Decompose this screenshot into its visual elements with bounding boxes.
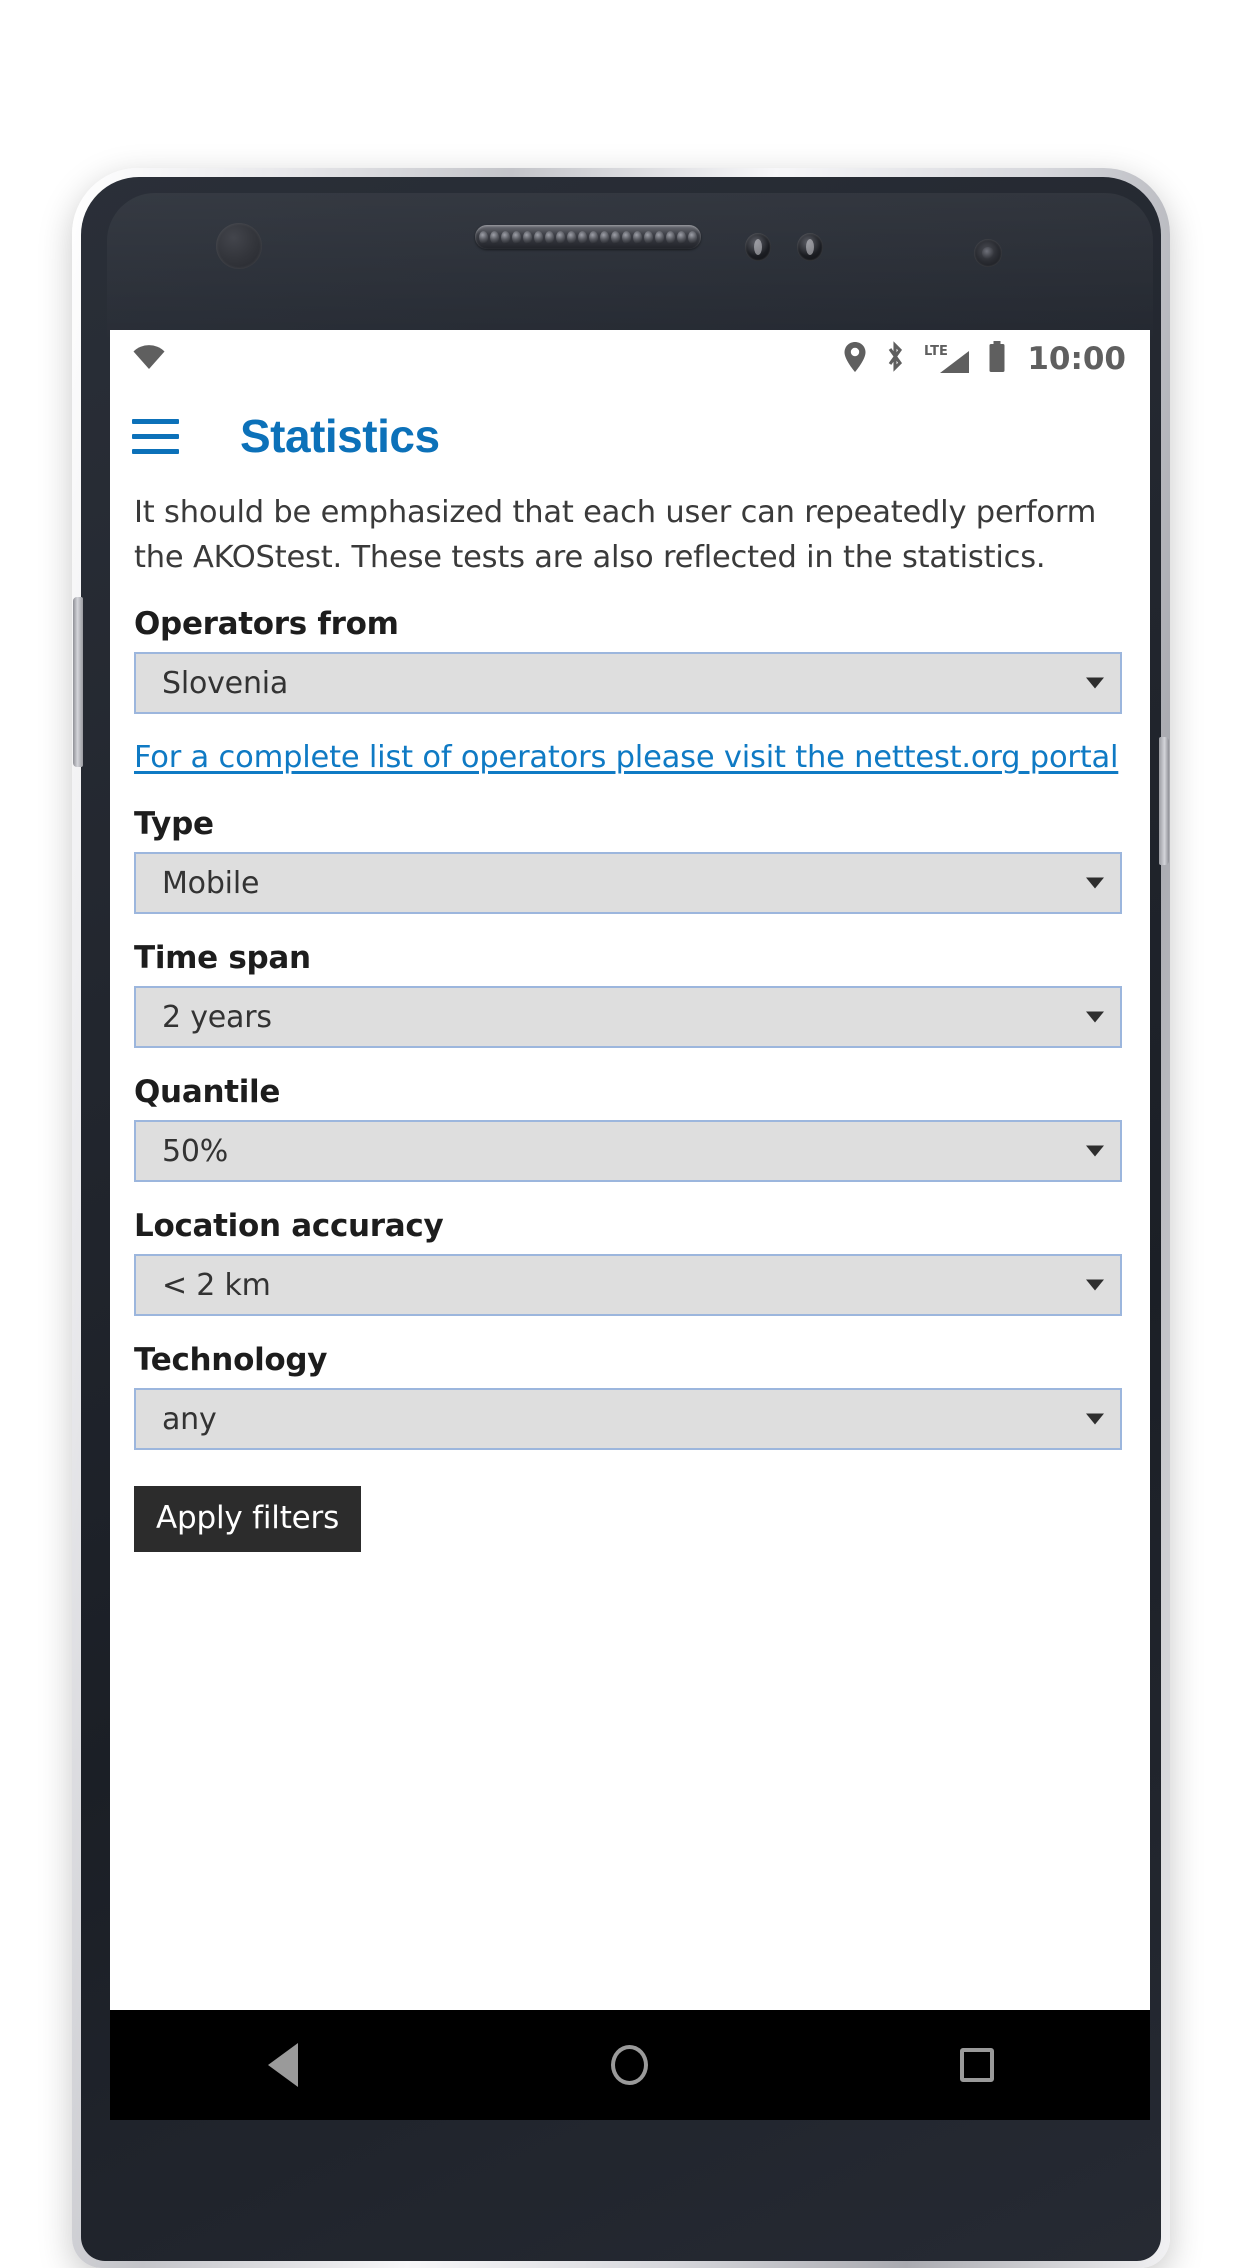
back-triangle-icon — [268, 2043, 299, 2087]
select-location-accuracy-value: < 2 km — [162, 1267, 271, 1303]
light-sensor-icon — [797, 233, 823, 261]
select-quantile-value: 50% — [162, 1133, 229, 1169]
chevron-down-icon — [1086, 1011, 1104, 1023]
select-quantile[interactable]: 50% — [134, 1120, 1122, 1182]
ir-led-icon — [974, 239, 1002, 267]
select-technology-value: any — [162, 1401, 217, 1437]
chevron-down-icon — [1086, 877, 1104, 889]
phone-device-frame: LTE 10:00 Statistics It should be emphas… — [72, 168, 1170, 2268]
operators-portal-link[interactable]: For a complete list of operators please … — [134, 736, 1122, 780]
select-operators-from[interactable]: Slovenia — [134, 652, 1122, 714]
recents-button[interactable] — [917, 2010, 1037, 2120]
bluetooth-icon — [883, 341, 907, 377]
hamburger-menu-icon[interactable] — [132, 413, 188, 459]
select-time-span-value: 2 years — [162, 999, 272, 1035]
select-type[interactable]: Mobile — [134, 852, 1122, 914]
signal-bars-icon: LTE — [923, 342, 971, 376]
main-content: It should be emphasized that each user c… — [110, 490, 1150, 1552]
intro-paragraph: It should be emphasized that each user c… — [134, 495, 1097, 575]
select-operators-from-value: Slovenia — [162, 665, 289, 701]
label-type: Type — [134, 806, 214, 842]
app-header: Statistics — [110, 388, 1150, 484]
phone-body: LTE 10:00 Statistics It should be emphas… — [73, 177, 1169, 2261]
select-location-accuracy[interactable]: < 2 km — [134, 1254, 1122, 1316]
power-button[interactable] — [1159, 737, 1169, 865]
apply-filters-button[interactable]: Apply filters — [134, 1486, 362, 1552]
recents-square-icon — [959, 2048, 994, 2082]
bezel-sheen — [107, 193, 1153, 343]
label-quantile: Quantile — [134, 1074, 281, 1110]
chevron-down-icon — [1086, 677, 1104, 689]
page-title: Statistics — [240, 410, 440, 462]
label-time-span: Time span — [134, 940, 311, 976]
label-location-accuracy: Location accuracy — [134, 1208, 444, 1244]
status-bar: LTE 10:00 — [110, 330, 1150, 388]
chevron-down-icon — [1086, 1145, 1104, 1157]
volume-button[interactable] — [73, 597, 83, 767]
select-time-span[interactable]: 2 years — [134, 986, 1122, 1048]
label-operators-from: Operators from — [134, 606, 399, 642]
select-type-value: Mobile — [162, 865, 260, 901]
proximity-sensor-icon — [745, 233, 771, 261]
android-navigation-bar — [110, 2010, 1150, 2120]
home-button[interactable] — [570, 2010, 690, 2120]
wifi-icon — [132, 343, 166, 375]
home-circle-icon — [611, 2045, 649, 2085]
select-technology[interactable]: any — [134, 1388, 1122, 1450]
label-technology: Technology — [134, 1342, 328, 1378]
phone-screen: LTE 10:00 Statistics It should be emphas… — [110, 330, 1150, 2120]
status-bar-clock: 10:00 — [1027, 341, 1126, 377]
battery-icon — [987, 340, 1007, 378]
chevron-down-icon — [1086, 1413, 1104, 1425]
network-type-label: LTE — [924, 344, 948, 359]
front-camera-icon — [216, 223, 262, 269]
earpiece-speaker — [475, 225, 701, 249]
chevron-down-icon — [1086, 1279, 1104, 1291]
location-pin-icon — [843, 341, 867, 377]
back-button[interactable] — [223, 2010, 343, 2120]
